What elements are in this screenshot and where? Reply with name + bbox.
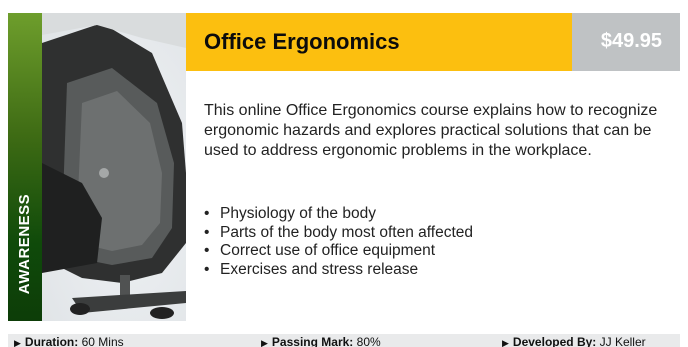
category-strip: AWARENESS xyxy=(8,13,42,321)
passing-mark-value: 80% xyxy=(356,335,381,347)
arrow-right-icon: ▶ xyxy=(502,338,509,347)
arrow-right-icon: ▶ xyxy=(14,338,21,347)
feature-item: Parts of the body most often affected xyxy=(204,224,664,243)
duration-meta: ▶ Duration: 60 Mins xyxy=(14,335,124,347)
feature-item: Correct use of office equipment xyxy=(204,242,664,261)
passing-mark-meta: ▶ Passing Mark: 80% xyxy=(261,335,381,347)
passing-mark-label: Passing Mark: xyxy=(271,335,354,347)
feature-list: Physiology of the body Parts of the body… xyxy=(204,205,664,279)
price-box: $49.95 xyxy=(572,13,680,71)
developer-label: Developed By: xyxy=(512,335,597,347)
course-description: This online Office Ergonomics course exp… xyxy=(204,102,658,159)
arrow-right-icon: ▶ xyxy=(261,338,268,347)
feature-item: Exercises and stress release xyxy=(204,261,664,280)
course-header: Office Ergonomics xyxy=(186,13,572,71)
category-label: AWARENESS xyxy=(16,193,33,295)
office-chair-illustration xyxy=(42,13,186,319)
course-meta-bar: ▶ Duration: 60 Mins ▶ Passing Mark: 80% ▶ D… xyxy=(8,334,680,347)
duration-value: 60 Mins xyxy=(81,335,124,347)
course-title[interactable]: Office Ergonomics xyxy=(204,29,400,55)
course-image xyxy=(42,13,186,321)
developer-meta: ▶ Developed By: JJ Keller xyxy=(502,335,646,347)
course-card: AWARENESS Office Ergonomics $49.95 This … xyxy=(8,13,680,347)
feature-item: Physiology of the body xyxy=(204,205,664,224)
course-price: $49.95 xyxy=(600,30,662,52)
developer-value: JJ Keller xyxy=(599,335,646,347)
duration-label: Duration: xyxy=(24,335,79,347)
